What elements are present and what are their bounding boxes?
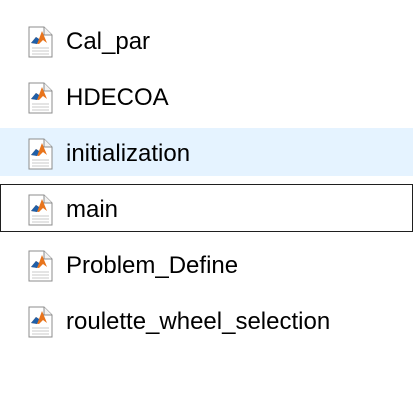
file-name: main bbox=[66, 196, 119, 223]
file-list: Cal_par HDECOA initialization main Probl… bbox=[0, 16, 413, 352]
file-name: initialization bbox=[66, 140, 191, 167]
file-item-hdecoa[interactable]: HDECOA bbox=[0, 72, 413, 120]
matlab-file-icon bbox=[28, 26, 53, 58]
matlab-file-icon bbox=[28, 250, 53, 282]
matlab-file-icon bbox=[28, 138, 53, 170]
file-item-problem-define[interactable]: Problem_Define bbox=[0, 240, 413, 288]
file-item-initialization[interactable]: initialization bbox=[0, 128, 413, 176]
file-name: HDECOA bbox=[66, 84, 169, 111]
file-name: Problem_Define bbox=[66, 252, 239, 279]
matlab-file-icon bbox=[28, 82, 53, 114]
file-name: roulette_wheel_selection bbox=[66, 308, 331, 335]
file-item-roulette-wheel-selection[interactable]: roulette_wheel_selection bbox=[0, 296, 413, 344]
matlab-file-icon bbox=[28, 306, 53, 338]
file-item-cal-par[interactable]: Cal_par bbox=[0, 16, 413, 64]
file-item-main[interactable]: main bbox=[0, 184, 413, 232]
matlab-file-icon bbox=[28, 194, 53, 226]
file-name: Cal_par bbox=[66, 28, 151, 55]
